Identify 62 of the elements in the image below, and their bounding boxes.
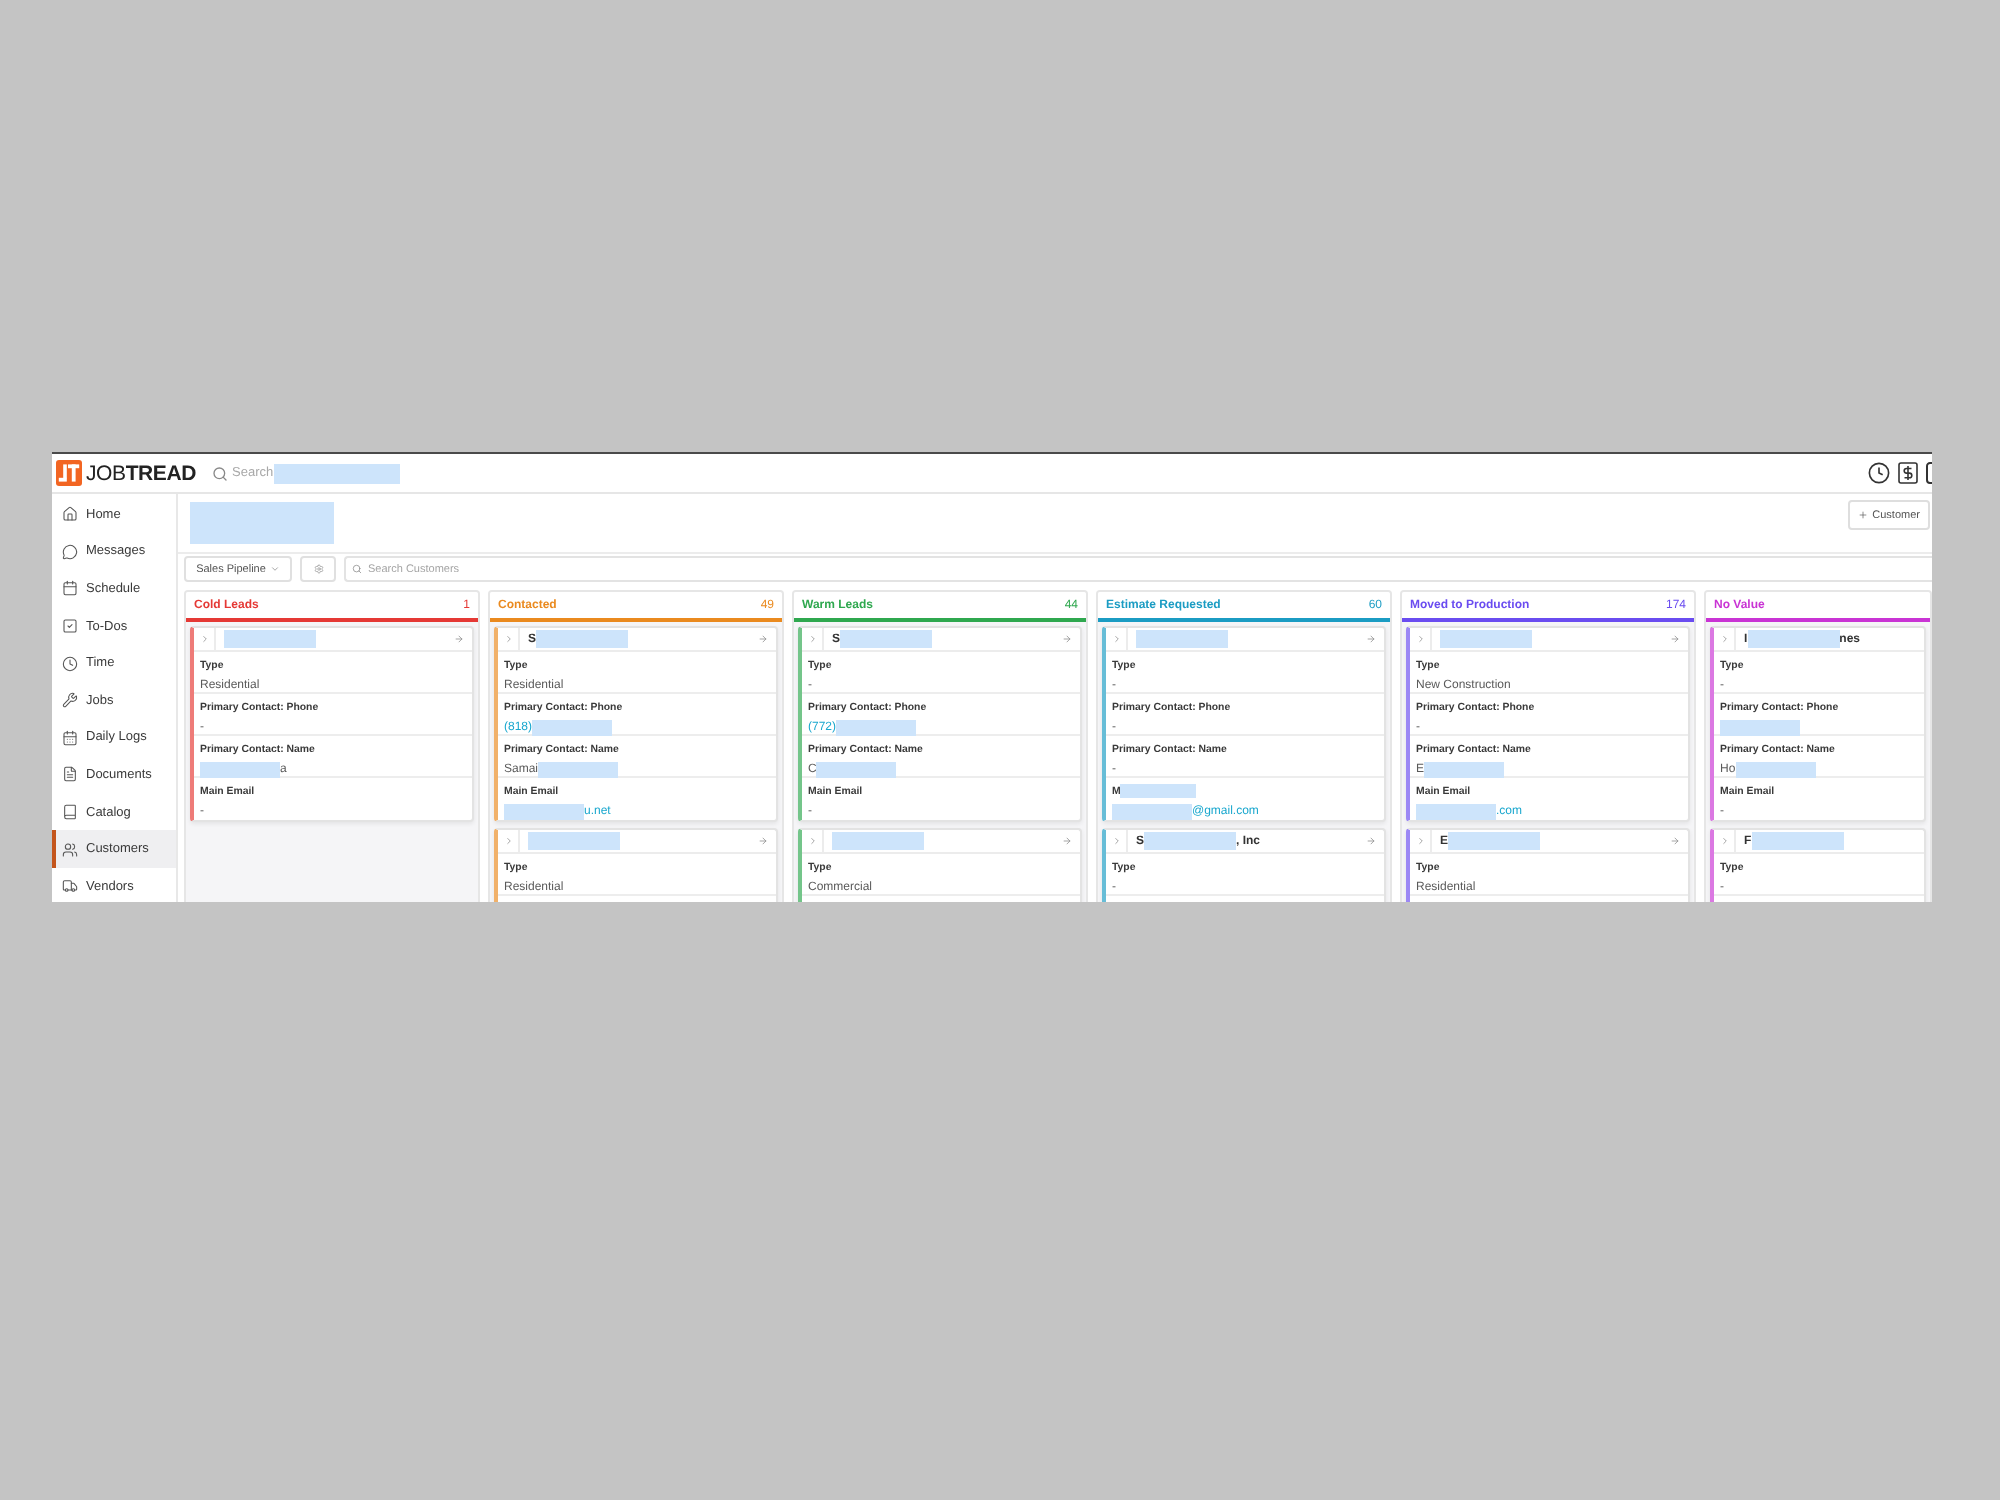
redaction-block	[816, 761, 897, 777]
checkbox-icon	[62, 618, 78, 635]
calendar-icon	[62, 729, 78, 746]
dollar-box-icon[interactable]	[1898, 462, 1918, 484]
plus-icon	[1858, 510, 1869, 520]
arrow-right-icon[interactable]	[1366, 634, 1376, 644]
arrow-right-icon[interactable]	[758, 634, 768, 644]
redaction-block	[1144, 832, 1237, 850]
chevron-right-icon	[807, 836, 817, 846]
arrow-right-icon[interactable]	[758, 836, 768, 846]
redaction-block	[528, 832, 620, 850]
arrow-right-icon[interactable]	[1670, 836, 1680, 846]
document-icon	[62, 766, 78, 783]
chevron-right-icon	[1719, 836, 1729, 846]
redaction-block	[1720, 719, 1800, 735]
chevron-right-icon	[1111, 634, 1121, 644]
arrow-right-icon[interactable]	[1670, 634, 1680, 644]
redaction-block	[1735, 761, 1816, 777]
clock-icon[interactable]	[1868, 462, 1890, 484]
redaction-block	[1136, 630, 1228, 648]
redaction-block	[1751, 832, 1844, 850]
chevron-right-icon	[1719, 634, 1729, 644]
search-icon	[212, 465, 228, 481]
redaction-block	[200, 761, 280, 777]
redaction-block	[1112, 803, 1192, 819]
truck-icon	[62, 878, 78, 895]
caret-icon	[269, 564, 280, 574]
redaction-block	[224, 630, 316, 648]
logo-text: JOBTREAD	[86, 461, 196, 485]
chevron-right-icon	[199, 634, 209, 644]
people-icon	[62, 841, 78, 858]
redaction-block	[1424, 761, 1505, 777]
redaction-block	[1747, 630, 1840, 648]
redaction-block	[532, 719, 613, 735]
chevron-right-icon	[503, 634, 513, 644]
redaction-block	[832, 832, 924, 850]
chevron-right-icon	[807, 634, 817, 644]
wrench-icon	[62, 692, 78, 709]
chevron-right-icon	[503, 836, 513, 846]
chat-bubble-icon	[62, 543, 78, 560]
clock-icon	[62, 655, 78, 672]
redaction-block	[840, 630, 933, 648]
calendar-icon	[62, 580, 78, 597]
redaction-block	[504, 803, 584, 819]
settings-icon	[313, 564, 323, 574]
redaction-block	[836, 719, 917, 735]
arrow-right-icon[interactable]	[1062, 836, 1072, 846]
search-icon	[352, 564, 362, 574]
redaction-block	[536, 630, 629, 648]
house-icon	[62, 506, 78, 523]
chevron-right-icon	[1415, 634, 1425, 644]
arrow-right-icon[interactable]	[1062, 634, 1072, 644]
chevron-right-icon	[1415, 836, 1425, 846]
redaction-block	[538, 761, 619, 777]
arrow-right-icon[interactable]	[1366, 836, 1376, 846]
arrow-right-icon[interactable]	[454, 634, 464, 644]
settings-button[interactable]	[300, 556, 336, 582]
redaction-block	[1448, 832, 1541, 850]
chevron-right-icon	[1111, 836, 1121, 846]
redaction-block	[1440, 630, 1532, 648]
book-icon	[62, 804, 78, 821]
redaction-block	[1416, 803, 1496, 819]
